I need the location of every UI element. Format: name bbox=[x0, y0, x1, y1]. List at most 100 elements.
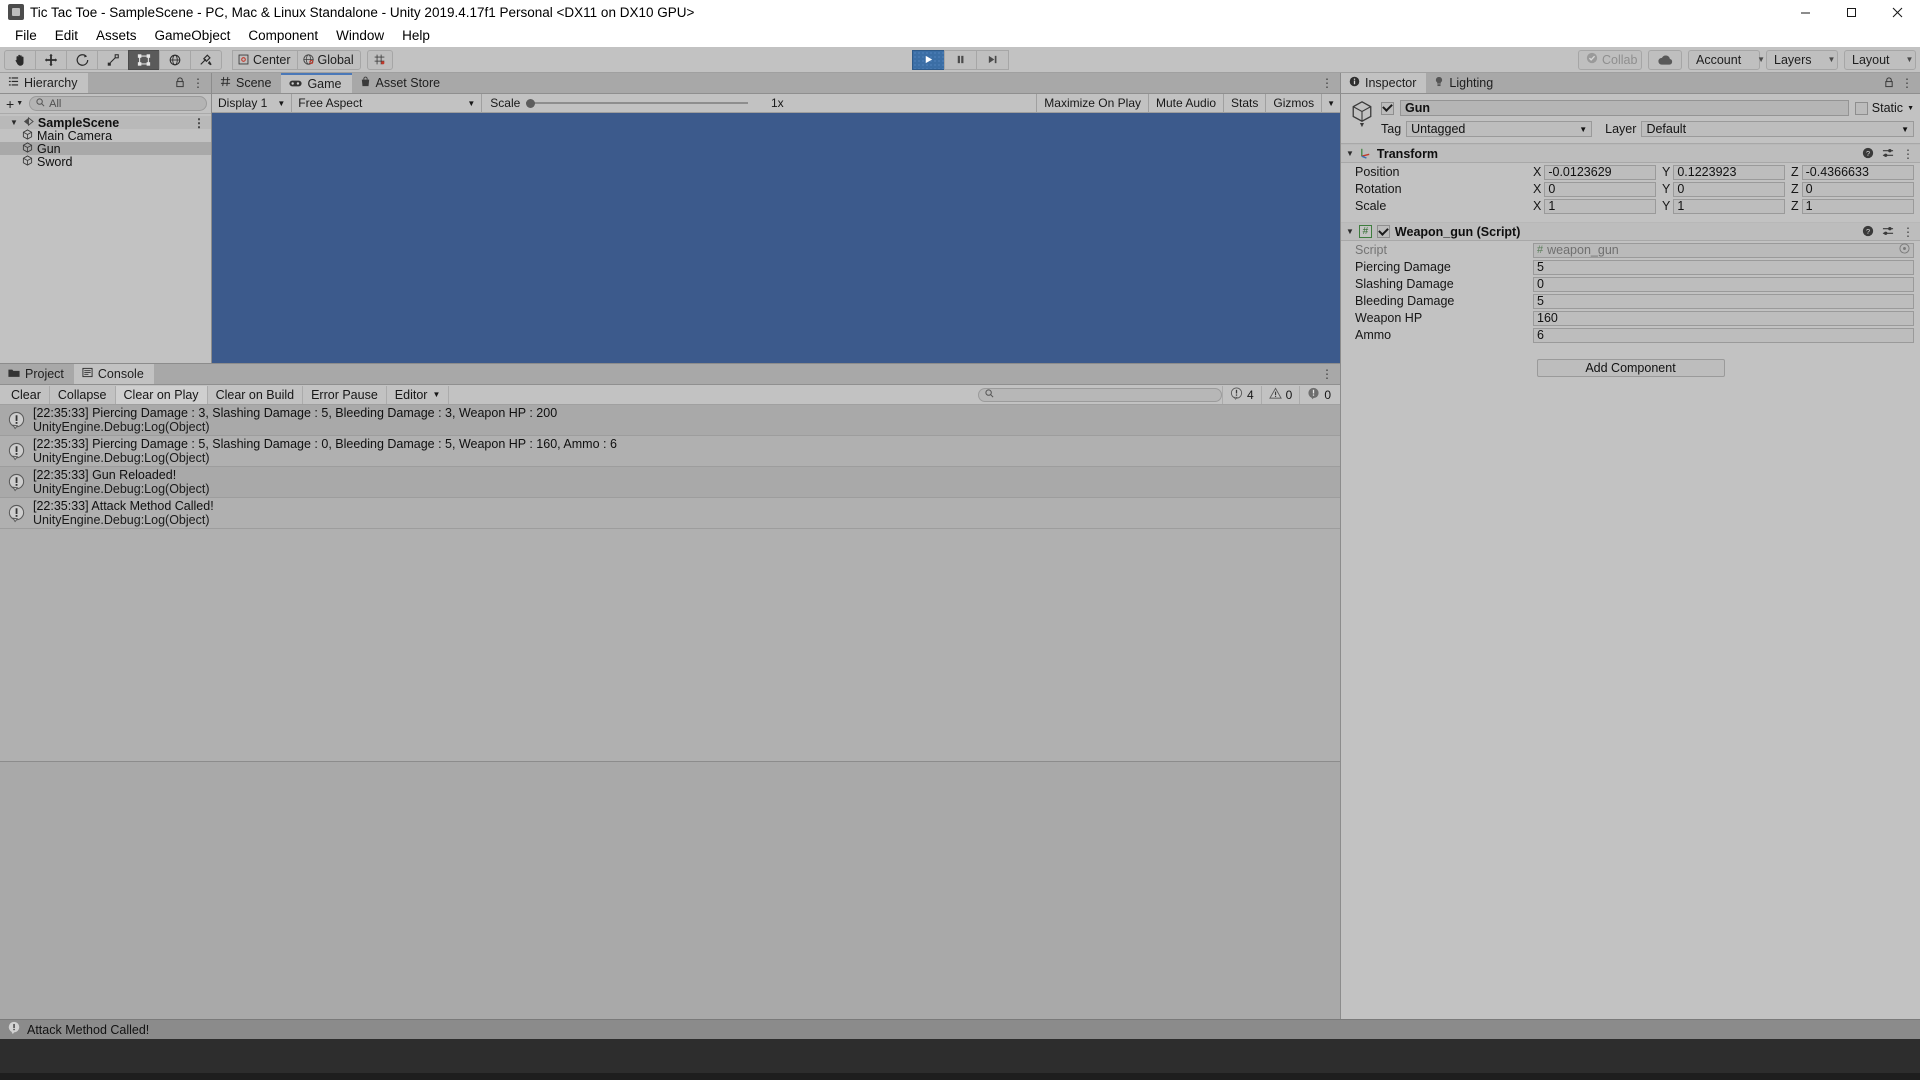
grid-snap-icon[interactable] bbox=[366, 49, 393, 70]
rotation-z-input[interactable]: 0 bbox=[1801, 181, 1914, 197]
hierarchy-item-gun[interactable]: Gun bbox=[0, 142, 211, 156]
piercing-damage-input[interactable]: 5 bbox=[1533, 259, 1914, 275]
gameview-menu-icon[interactable]: ⋮ bbox=[1321, 77, 1333, 89]
collab-button[interactable]: Collab ▼ bbox=[1578, 49, 1661, 70]
game-render-canvas[interactable] bbox=[212, 113, 1340, 363]
scale-z-input[interactable]: 1 bbox=[1801, 198, 1914, 214]
chevron-down-icon[interactable]: ▼ bbox=[1346, 227, 1354, 236]
close-icon[interactable] bbox=[1874, 0, 1920, 24]
custom-editor-tool-icon[interactable] bbox=[190, 49, 222, 70]
play-button[interactable] bbox=[912, 49, 945, 70]
log-entry[interactable]: [22:35:33] Attack Method Called! UnityEn… bbox=[0, 498, 1340, 529]
scale-slider[interactable]: Scale 1x bbox=[482, 96, 1036, 110]
add-gameobject-button[interactable]: + ▼ bbox=[4, 96, 25, 112]
gameobject-name-input[interactable]: Gun bbox=[1400, 100, 1849, 116]
script-menu-icon[interactable]: ⋮ bbox=[1902, 226, 1914, 238]
transform-component-header[interactable]: ▼ Transform ? ⋮ bbox=[1341, 144, 1920, 163]
account-button[interactable]: Account ▼ bbox=[1688, 49, 1765, 70]
log-entry[interactable]: [22:35:33] Piercing Damage : 5, Slashing… bbox=[0, 436, 1340, 467]
chevron-down-icon[interactable]: ▼ bbox=[1359, 122, 1366, 129]
display-dropdown[interactable]: Display 1 ▼ bbox=[212, 93, 293, 113]
lock-icon[interactable] bbox=[1884, 75, 1894, 91]
lock-icon[interactable] bbox=[175, 75, 185, 91]
tab-console[interactable]: Console bbox=[73, 364, 154, 384]
clear-button[interactable]: Clear bbox=[2, 385, 50, 404]
static-checkbox[interactable] bbox=[1854, 101, 1868, 115]
step-button[interactable] bbox=[976, 49, 1009, 70]
hierarchy-search-input[interactable]: All bbox=[29, 96, 207, 111]
chevron-down-icon[interactable]: ▼ bbox=[1346, 149, 1354, 158]
preset-icon[interactable] bbox=[1882, 224, 1894, 240]
gizmos-button[interactable]: Gizmos bbox=[1265, 93, 1321, 113]
clear-on-play-button[interactable]: Clear on Play bbox=[115, 385, 208, 404]
object-picker-icon[interactable] bbox=[1899, 243, 1910, 257]
scale-slider-track[interactable] bbox=[526, 98, 749, 108]
chevron-down-icon[interactable]: ▼ bbox=[10, 118, 18, 127]
layer-dropdown[interactable]: Default ▼ bbox=[1641, 121, 1914, 137]
rotation-x-input[interactable]: 0 bbox=[1544, 181, 1656, 197]
hierarchy-menu-icon[interactable]: ⋮ bbox=[192, 77, 204, 89]
help-icon[interactable]: ? bbox=[1862, 146, 1874, 162]
menu-help[interactable]: Help bbox=[393, 26, 439, 45]
editor-dropdown[interactable]: Editor ▼ bbox=[387, 385, 450, 404]
weapon-hp-input[interactable]: 160 bbox=[1533, 310, 1914, 326]
pause-button[interactable] bbox=[944, 49, 977, 70]
script-enabled-checkbox[interactable] bbox=[1376, 225, 1390, 238]
tab-lighting[interactable]: Lighting bbox=[1426, 73, 1503, 93]
position-y-input[interactable]: 0.1223923 bbox=[1673, 164, 1785, 180]
cloud-icon[interactable] bbox=[1648, 49, 1682, 70]
menu-file[interactable]: File bbox=[6, 26, 46, 45]
rotate-tool-icon[interactable] bbox=[66, 49, 98, 70]
bleeding-damage-input[interactable]: 5 bbox=[1533, 293, 1914, 309]
chevron-down-icon[interactable]: ▼ bbox=[1907, 105, 1914, 112]
maximize-icon[interactable] bbox=[1828, 0, 1874, 24]
log-entry[interactable]: [22:35:33] Piercing Damage : 3, Slashing… bbox=[0, 405, 1340, 436]
add-component-button[interactable]: Add Component bbox=[1536, 359, 1725, 377]
script-object-field[interactable]: # weapon_gun bbox=[1533, 242, 1914, 258]
rotation-y-input[interactable]: 0 bbox=[1673, 181, 1785, 197]
menu-assets[interactable]: Assets bbox=[87, 26, 146, 45]
clear-on-build-button[interactable]: Clear on Build bbox=[208, 385, 304, 404]
layout-button[interactable]: Layout ▼ bbox=[1844, 49, 1916, 70]
slashing-damage-input[interactable]: 0 bbox=[1533, 276, 1914, 292]
scale-y-input[interactable]: 1 bbox=[1673, 198, 1785, 214]
pivot-mode-button[interactable]: Center bbox=[232, 49, 298, 70]
minimize-icon[interactable] bbox=[1782, 0, 1828, 24]
hand-tool-icon[interactable] bbox=[4, 49, 36, 70]
handle-space-button[interactable]: Global bbox=[296, 49, 361, 70]
menu-component[interactable]: Component bbox=[239, 26, 327, 45]
maximize-on-play-button[interactable]: Maximize On Play bbox=[1036, 93, 1148, 113]
position-z-input[interactable]: -0.4366633 bbox=[1801, 164, 1914, 180]
mute-audio-button[interactable]: Mute Audio bbox=[1148, 93, 1223, 113]
log-entry[interactable]: [22:35:33] Gun Reloaded! UnityEngine.Deb… bbox=[0, 467, 1340, 498]
scale-tool-icon[interactable] bbox=[97, 49, 129, 70]
console-search-input[interactable] bbox=[977, 387, 1222, 402]
scale-x-input[interactable]: 1 bbox=[1544, 198, 1656, 214]
stats-button[interactable]: Stats bbox=[1223, 93, 1265, 113]
status-bar[interactable]: Attack Method Called! bbox=[0, 1019, 1920, 1039]
log-count[interactable]: 4 bbox=[1221, 385, 1261, 404]
tab-hierarchy[interactable]: Hierarchy bbox=[0, 73, 88, 93]
menu-edit[interactable]: Edit bbox=[46, 26, 87, 45]
scale-slider-knob[interactable] bbox=[526, 98, 536, 108]
ammo-input[interactable]: 6 bbox=[1533, 327, 1914, 343]
layers-button[interactable]: Layers ▼ bbox=[1766, 49, 1838, 70]
console-log-list[interactable]: [22:35:33] Piercing Damage : 3, Slashing… bbox=[0, 405, 1340, 1019]
transform-tool-icon[interactable] bbox=[159, 49, 191, 70]
error-pause-button[interactable]: Error Pause bbox=[303, 385, 387, 404]
transform-menu-icon[interactable]: ⋮ bbox=[1902, 148, 1914, 160]
aspect-dropdown[interactable]: Free Aspect ▼ bbox=[292, 93, 483, 113]
hierarchy-scene-row[interactable]: ▼ SampleScene ⋮ bbox=[0, 116, 211, 130]
hierarchy-item-sword[interactable]: Sword bbox=[0, 155, 211, 169]
gizmos-dropdown-icon[interactable]: ▼ bbox=[1321, 93, 1340, 113]
warning-count[interactable]: 0 bbox=[1260, 385, 1300, 404]
tab-project[interactable]: Project bbox=[0, 364, 74, 384]
tab-asset-store[interactable]: Asset Store bbox=[352, 73, 451, 93]
tag-dropdown[interactable]: Untagged ▼ bbox=[1406, 121, 1593, 137]
move-tool-icon[interactable] bbox=[35, 49, 67, 70]
rect-tool-icon[interactable] bbox=[128, 49, 160, 70]
menu-window[interactable]: Window bbox=[327, 26, 393, 45]
menu-gameobject[interactable]: GameObject bbox=[146, 26, 240, 45]
gameobject-enabled-checkbox[interactable] bbox=[1381, 101, 1394, 115]
position-x-input[interactable]: -0.0123629 bbox=[1544, 164, 1656, 180]
